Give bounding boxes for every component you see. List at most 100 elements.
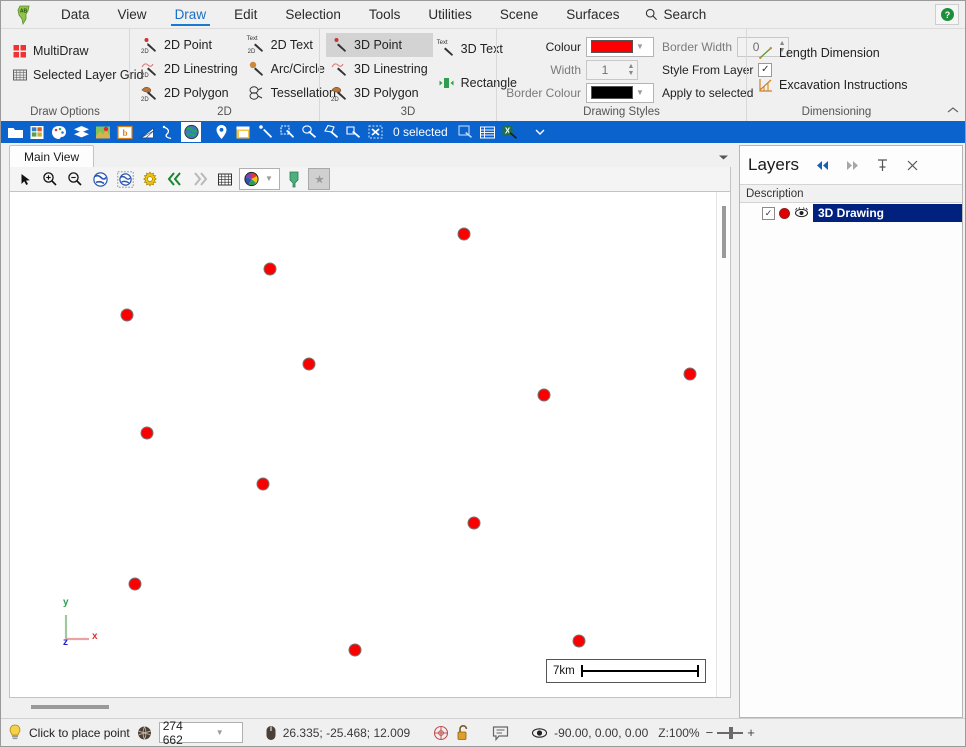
select-lasso-icon[interactable] [299, 122, 319, 142]
collapse-left-icon[interactable] [811, 154, 833, 176]
canvas-point[interactable] [348, 643, 362, 657]
canvas-point[interactable] [128, 577, 142, 591]
globe-icon[interactable] [181, 122, 201, 142]
zoom-in-button[interactable]: + [747, 725, 755, 740]
grid-toggle-icon[interactable] [214, 168, 236, 190]
length-dimension-button[interactable]: Length Dimension [753, 41, 913, 65]
ribbon-collapse-button[interactable] [947, 106, 959, 118]
2d-linestring-button[interactable]: 2D 2D Linestring [136, 57, 243, 81]
zoom-in-icon[interactable] [39, 168, 61, 190]
layers-stack-icon[interactable] [71, 122, 91, 142]
ribbon-tab-edit[interactable]: Edit [220, 1, 271, 28]
view-tabs-dropdown-icon[interactable] [718, 153, 729, 163]
rewind-icon[interactable] [164, 168, 186, 190]
pin-icon[interactable] [871, 154, 893, 176]
select-box-icon[interactable] [277, 122, 297, 142]
3d-point-button[interactable]: 3D Point [326, 33, 433, 57]
excel-export-icon[interactable]: X [500, 122, 520, 142]
canvas-point[interactable] [140, 426, 154, 440]
zoom-slider-track[interactable] [717, 726, 744, 739]
sphere-icon[interactable] [136, 725, 153, 741]
canvas-point[interactable] [263, 262, 277, 276]
border-colour-combo[interactable]: ▼ [586, 82, 654, 103]
colour-wheel-combo[interactable]: ▼ [239, 168, 280, 190]
2d-polygon-button[interactable]: 2D 2D Polygon [136, 81, 243, 105]
ribbon-tab-data[interactable]: Data [47, 1, 104, 28]
canvas-point[interactable] [467, 516, 481, 530]
scrollbar-thumb[interactable] [31, 705, 109, 709]
width-spinner[interactable]: 1 ▲ ▼ [586, 59, 638, 80]
message-icon[interactable] [492, 725, 509, 741]
globe-view-icon[interactable] [89, 168, 111, 190]
window-icon[interactable] [233, 122, 253, 142]
spinner-buttons[interactable]: ▲ ▼ [625, 61, 637, 79]
ribbon-tab-scene[interactable]: Scene [486, 1, 552, 28]
map-pin-image-icon[interactable] [93, 122, 113, 142]
settings-gear-icon[interactable] [139, 168, 161, 190]
zoom-out-icon[interactable] [64, 168, 86, 190]
open-folder-icon[interactable] [5, 122, 25, 142]
ribbon-tab-selection[interactable]: Selection [271, 1, 355, 28]
overflow-arrow-icon[interactable] [530, 122, 550, 142]
pick-cursor-icon[interactable] [255, 122, 275, 142]
snap-target-icon[interactable] [432, 724, 450, 742]
globe-select-icon[interactable] [114, 168, 136, 190]
search-button[interactable]: Search [633, 1, 718, 28]
zoom-slider[interactable]: − + [706, 725, 755, 740]
eye-icon[interactable] [531, 727, 548, 739]
spreadsheet-icon[interactable] [27, 122, 47, 142]
location-pin-icon[interactable] [211, 122, 231, 142]
canvas-point[interactable] [457, 227, 471, 241]
zoom-slider-knob[interactable] [729, 726, 734, 739]
multidraw-button[interactable]: MultiDraw [7, 39, 148, 63]
point-count-combo[interactable]: 274 662 ▼ [158, 719, 243, 747]
zoom-out-button[interactable]: − [706, 725, 714, 740]
3d-linestring-button[interactable]: 3D Linestring [326, 57, 433, 81]
ribbon-tab-utilities[interactable]: Utilities [414, 1, 486, 28]
triangulation-icon[interactable] [137, 122, 157, 142]
canvas-vertical-scrollbar[interactable] [716, 192, 730, 697]
canvas-point[interactable] [120, 308, 134, 322]
arrow-select-icon[interactable] [14, 168, 36, 190]
forward-icon[interactable] [189, 168, 211, 190]
close-icon[interactable] [901, 154, 923, 176]
view-tab-main-view[interactable]: Main View [9, 145, 95, 167]
ribbon-tab-view[interactable]: View [104, 1, 161, 28]
star-button[interactable] [308, 168, 330, 190]
select-crop-icon[interactable] [343, 122, 363, 142]
green-flag-icon[interactable] [283, 168, 305, 190]
clear-selection-icon[interactable] [365, 122, 385, 142]
colour-combo[interactable]: ▼ [586, 36, 654, 57]
ribbon-tab-tools[interactable]: Tools [355, 1, 415, 28]
eye-icon[interactable] [794, 207, 809, 219]
table-view-icon[interactable] [478, 122, 498, 142]
collapse-right-icon[interactable] [841, 154, 863, 176]
canvas-point[interactable] [256, 477, 270, 491]
excavation-instructions-button[interactable]: Excavation Instructions [753, 73, 913, 97]
rectangle-icon [438, 76, 456, 90]
table-row[interactable]: ✓ 3D Drawing [740, 203, 962, 223]
drawing-canvas[interactable]: y x z 7km [10, 192, 716, 697]
select-polygon-icon[interactable] [321, 122, 341, 142]
layer-visibility-checkbox[interactable]: ✓ [762, 206, 775, 220]
palette-icon[interactable] [49, 122, 69, 142]
canvas-point[interactable] [302, 357, 316, 371]
drillhole-icon[interactable] [159, 122, 179, 142]
scrollbar-thumb[interactable] [722, 206, 726, 258]
unlock-icon[interactable] [456, 724, 470, 741]
layers-list-body[interactable] [740, 223, 962, 717]
ribbon-tab-surfaces[interactable]: Surfaces [552, 1, 633, 28]
canvas-point[interactable] [537, 388, 551, 402]
app-logo-button[interactable]: AB [1, 1, 47, 28]
canvas-point[interactable] [683, 367, 697, 381]
block-model-icon[interactable]: b [115, 122, 135, 142]
copy-selection-icon[interactable] [456, 122, 476, 142]
layer-colour-swatch[interactable] [779, 207, 790, 219]
canvas-point[interactable] [572, 634, 586, 648]
3d-polygon-button[interactable]: 2D 3D Polygon [326, 81, 433, 105]
ribbon-tab-draw[interactable]: Draw [161, 1, 221, 28]
help-button[interactable]: ? [935, 4, 959, 25]
canvas-horizontal-scrollbar[interactable] [9, 698, 731, 716]
selected-layer-grid-button[interactable]: Selected Layer Grid [7, 63, 148, 87]
2d-point-button[interactable]: 2D 2D Point [136, 33, 243, 57]
